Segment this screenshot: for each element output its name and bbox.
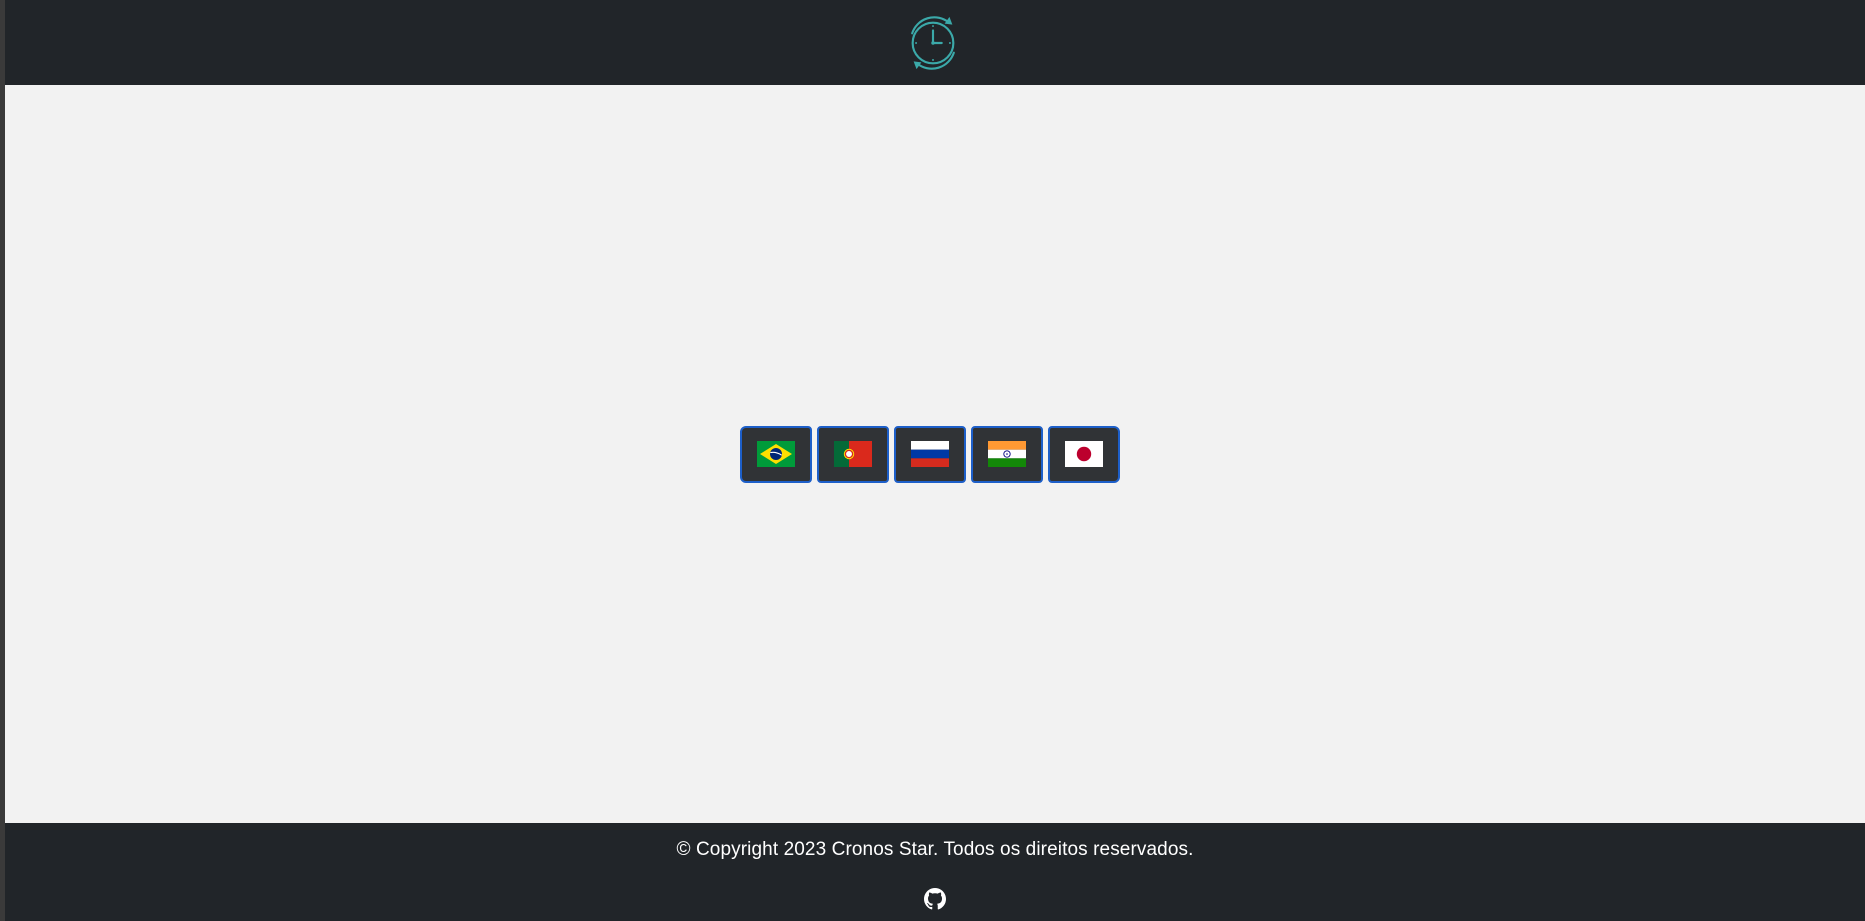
copyright-text: © Copyright 2023 Cronos Star. Todos os d…	[676, 839, 1194, 860]
app-frame: © Copyright 2023 Cronos Star. Todos os d…	[5, 0, 1865, 921]
flag-button-portugal[interactable]	[817, 425, 889, 483]
flag-button-japan[interactable]	[1048, 425, 1120, 483]
footer: © Copyright 2023 Cronos Star. Todos os d…	[5, 823, 1865, 921]
language-selector	[740, 425, 1120, 483]
india-flag-icon	[988, 441, 1026, 467]
github-icon	[924, 888, 946, 910]
portugal-flag-icon	[834, 441, 872, 467]
flag-button-brazil[interactable]	[740, 425, 812, 483]
header	[5, 0, 1865, 85]
brazil-flag-icon	[757, 441, 795, 467]
clock-refresh-icon[interactable]	[902, 12, 964, 74]
flag-button-india[interactable]	[971, 425, 1043, 483]
japan-flag-icon	[1065, 441, 1103, 467]
flag-button-russia[interactable]	[894, 425, 966, 483]
main-content	[5, 85, 1865, 823]
github-link[interactable]	[924, 888, 946, 910]
russia-flag-icon	[911, 441, 949, 467]
